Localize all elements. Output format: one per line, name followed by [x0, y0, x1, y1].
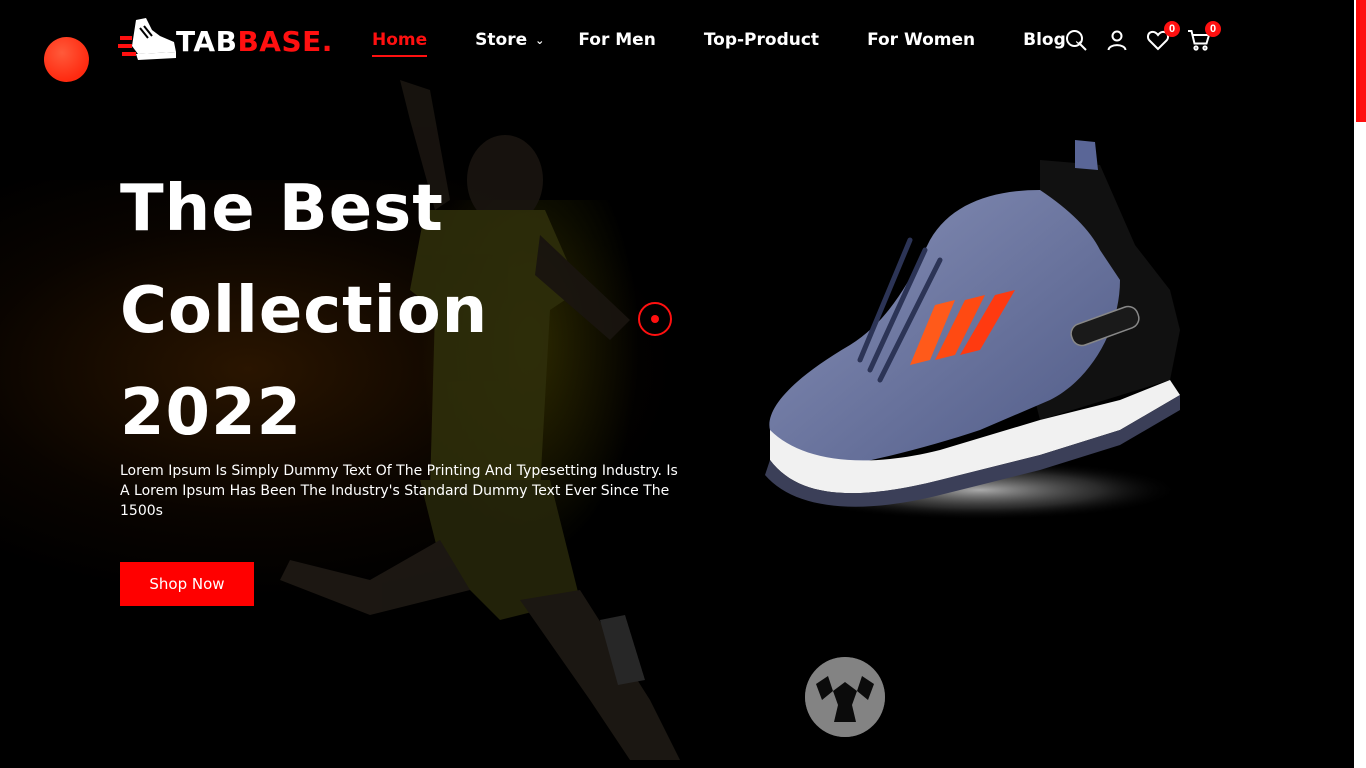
- hero-title-line3: 2022: [120, 376, 303, 450]
- shop-now-button[interactable]: Shop Now: [120, 562, 254, 606]
- cart-count-badge: 0: [1205, 21, 1221, 37]
- chevron-down-icon: ⌄: [535, 33, 545, 47]
- soccer-ball-image: [805, 657, 885, 737]
- nav-for-women[interactable]: For Women: [867, 30, 975, 50]
- main-nav: Home Store ⌄ For Men Top-Product For Wome…: [372, 26, 1083, 57]
- nav-top-product-label: Top-Product: [703, 30, 820, 50]
- nav-for-men-label: For Men: [578, 30, 656, 50]
- wishlist-count-badge: 0: [1164, 21, 1180, 37]
- slider-target-icon: [638, 302, 672, 336]
- nav-top-product[interactable]: Top-Product: [704, 30, 819, 50]
- nav-blog-label: Blog: [1023, 30, 1066, 50]
- nav-home-label: Home: [372, 30, 428, 50]
- search-icon: [1066, 30, 1087, 51]
- header-actions: 0 0: [1062, 21, 1221, 54]
- logo-wordmark: TABBASE.: [176, 25, 333, 58]
- nav-home[interactable]: Home: [372, 30, 428, 57]
- site-logo[interactable]: TABBASE.: [118, 15, 333, 67]
- search-button[interactable]: [1062, 26, 1090, 54]
- site-header: TABBASE. Home Store ⌄ For Men Top-Product…: [0, 0, 1354, 80]
- nav-store-label: Store: [475, 30, 528, 50]
- wishlist-button[interactable]: 0: [1144, 21, 1180, 54]
- hero-description: Lorem Ipsum Is Simply Dummy Text Of The …: [120, 463, 678, 519]
- cart-button[interactable]: 0: [1185, 21, 1221, 54]
- hero-title-line2: Collection: [120, 274, 489, 348]
- nav-store[interactable]: Store ⌄: [475, 30, 544, 50]
- nav-for-men[interactable]: For Men: [578, 30, 655, 50]
- logo-text-red: BASE.: [237, 24, 333, 58]
- logo-text-white: TAB: [176, 24, 238, 58]
- hero-title-line1: The Best: [120, 172, 444, 246]
- nav-for-women-label: For Women: [867, 30, 976, 50]
- account-button[interactable]: [1103, 26, 1131, 54]
- hero-title: The Best Collection 2022: [120, 158, 640, 464]
- sneaker-logo-icon: [118, 18, 176, 60]
- scrollbar-thumb[interactable]: [1356, 0, 1366, 122]
- sneaker-product-image: [765, 140, 1180, 520]
- user-icon: [1107, 30, 1127, 51]
